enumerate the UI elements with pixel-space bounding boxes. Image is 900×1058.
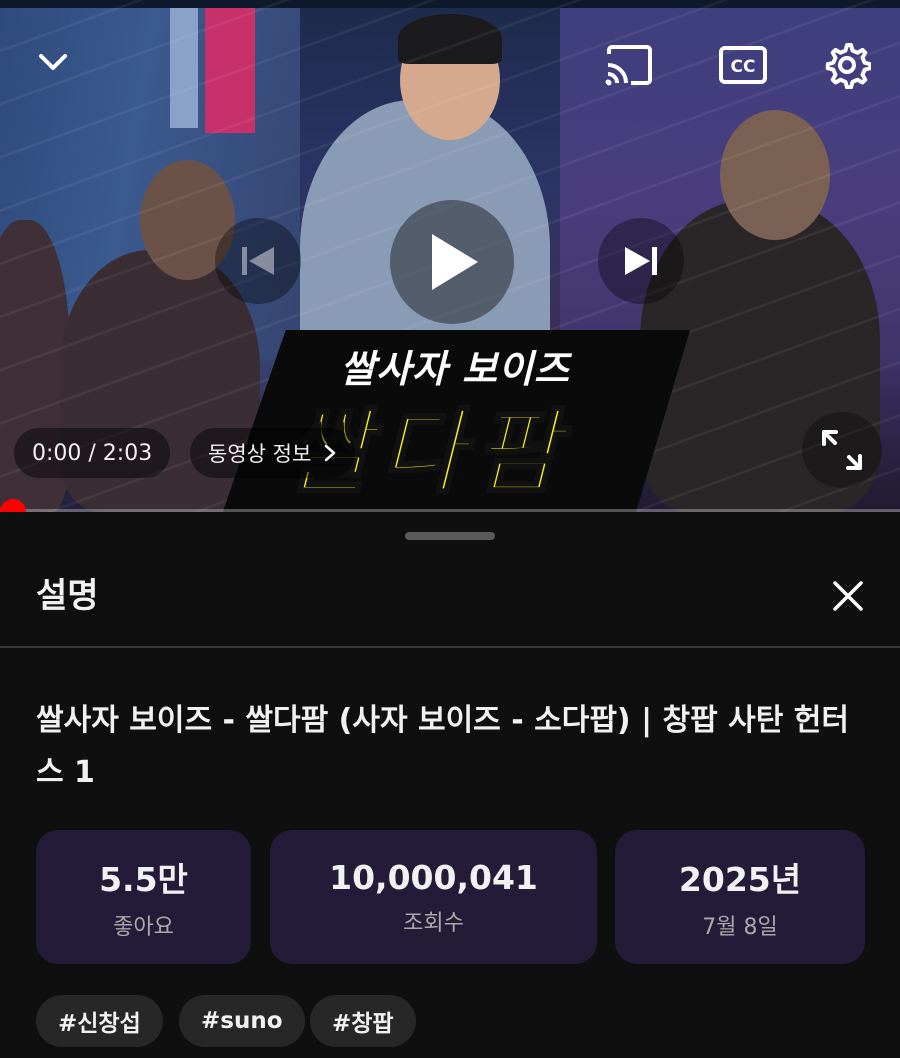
time-display: 0:00 / 2:03 xyxy=(14,428,171,478)
upload-year: 2025년 xyxy=(678,860,802,899)
likes-stat: 5.5만 좋아요 xyxy=(36,830,251,964)
cc-icon: CC xyxy=(719,46,767,84)
cast-button[interactable] xyxy=(600,40,658,90)
hashtag-chip[interactable]: #창팝 xyxy=(310,995,416,1047)
views-label: 조회수 xyxy=(403,910,464,936)
next-button[interactable] xyxy=(598,218,684,304)
previous-button[interactable] xyxy=(215,218,301,304)
video-title: 쌀사자 보이즈 - 쌀다팜 (사자 보이즈 - 소다팝) | 창팝 사탄 헌터스… xyxy=(36,703,849,790)
chevron-down-icon xyxy=(39,54,67,70)
panel-title: 설명 xyxy=(36,576,99,616)
settings-button[interactable] xyxy=(820,38,874,92)
hashtag-chip[interactable]: #신창섭 xyxy=(36,995,163,1047)
likes-count: 5.5만 xyxy=(99,860,188,899)
upload-date-stat: 2025년 7월 8일 xyxy=(615,830,865,964)
time-text: 0:00 / 2:03 xyxy=(32,440,153,466)
drag-handle[interactable] xyxy=(405,532,495,540)
captions-button[interactable]: CC xyxy=(714,40,772,90)
cast-icon xyxy=(605,45,652,86)
play-button[interactable] xyxy=(390,200,514,324)
views-count: 10,000,041 xyxy=(329,857,538,897)
svg-text:CC: CC xyxy=(731,57,756,77)
skip-next-icon xyxy=(625,247,657,275)
views-stat: 10,000,041 조회수 xyxy=(270,830,597,964)
gear-icon xyxy=(825,43,871,89)
close-button[interactable] xyxy=(822,570,874,622)
fullscreen-button[interactable] xyxy=(802,412,882,488)
divider xyxy=(0,646,900,648)
video-info-button[interactable]: 동영상 정보 xyxy=(190,428,356,478)
fullscreen-icon xyxy=(822,430,862,470)
likes-label: 좋아요 xyxy=(113,915,174,940)
collapse-button[interactable] xyxy=(28,40,78,84)
close-icon xyxy=(833,581,863,611)
video-info-label: 동영상 정보 xyxy=(208,442,312,466)
chevron-right-icon xyxy=(325,444,336,462)
description-panel: 설명 쌀사자 보이즈 - 쌀다팜 (사자 보이즈 - 소다팝) | 창팝 사탄 … xyxy=(0,512,900,1058)
hashtag-chip[interactable]: #suno xyxy=(179,995,305,1047)
play-icon xyxy=(432,234,478,290)
video-player[interactable]: 쌀사자 보이즈 쌀다팜 CC 0:00 / 2:03 동영상 정보 xyxy=(0,0,900,512)
skip-previous-icon xyxy=(242,247,274,275)
upload-date: 7월 8일 xyxy=(702,915,778,940)
